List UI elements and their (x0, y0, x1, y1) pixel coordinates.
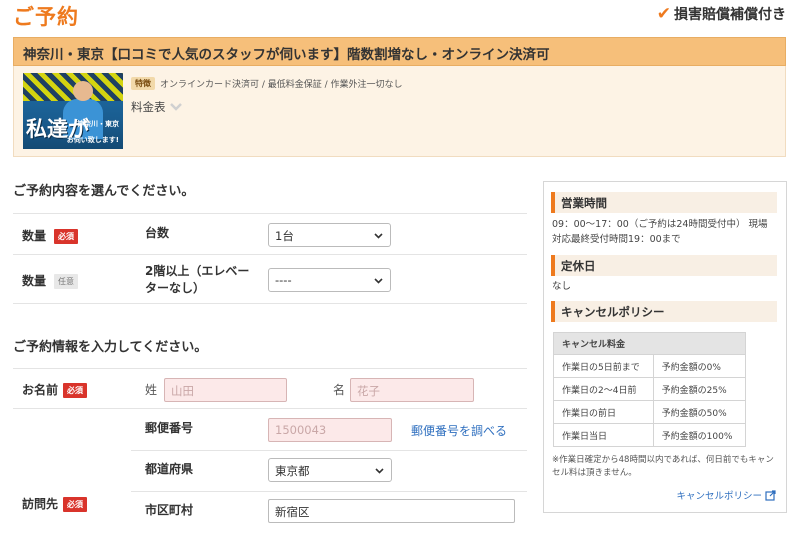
cancel-fee-table: キャンセル料金 作業日の5日前まで 予約金額の0% 作業日の2〜4日前 予約金額… (553, 332, 747, 447)
unit-count-label: 台数 (145, 226, 170, 240)
external-link-icon (765, 489, 776, 501)
prefecture-label: 都道府県 (145, 462, 194, 476)
required-badge: 必須 (63, 497, 87, 512)
guarantee-badge: ✔ 損害賠償補償付き (657, 4, 786, 24)
table-row: 作業日の前日 予約金額の50% (553, 400, 747, 424)
shop-name: 神奈川・東京【口コミで人気のスタッフが伺います】階数割増なし・オンライン決済可 (13, 37, 786, 66)
guarantee-label: 損害賠償補償付き (674, 7, 786, 23)
table-row: 作業日の5日前まで 予約金額の0% (553, 354, 747, 378)
postal-code-input[interactable]: 1500043 (268, 418, 392, 442)
table-row: 数量 任意 2階以上（エレベーターなし） ---- (13, 254, 527, 304)
feature-row: 特徴 オンラインカード決済可 / 最低料金保証 / 作業外注一切なし (131, 77, 403, 90)
first-name-label: 名 (333, 383, 346, 397)
business-info-panel: 営業時間 09：00〜17：00（ご予約は24時間受付中） 現場 対応最終受付時… (543, 181, 787, 513)
prefecture-select[interactable]: 東京都 (268, 458, 392, 482)
cancel-note: ※作業日確定から48時間以内であれば、何日前でもキャンセル料は頂きません。 (552, 455, 774, 478)
cancel-fee-header: キャンセル料金 (553, 332, 746, 355)
price-table-toggle[interactable]: 料金表 (131, 99, 183, 115)
last-name-input[interactable]: 山田 (164, 378, 287, 402)
cancel-policy-link[interactable]: キャンセルポリシー (676, 488, 776, 502)
name-label: お名前 (22, 383, 59, 397)
page-title: ご予約 (13, 5, 79, 29)
shop-info: 私達が 神奈川・東京 お伺い致します! 特徴 オンラインカード決済可 / 最低料… (13, 66, 786, 157)
table-row: 作業日当日 予約金額の100% (553, 423, 747, 447)
upper-floor-label: 2階以上（エレベーターなし） (145, 264, 250, 295)
closed-days-text: なし (552, 281, 572, 292)
chevron-down-icon (169, 103, 182, 111)
check-icon: ✔ (656, 4, 671, 24)
city-input[interactable]: 新宿区 (268, 499, 515, 523)
chevron-down-icon (374, 278, 383, 284)
postal-lookup-link[interactable]: 郵便番号を調べる (411, 422, 507, 439)
visit-label: 訪問先 (22, 497, 59, 511)
cancel-policy-heading: キャンセルポリシー (551, 301, 777, 322)
feature-list: オンラインカード決済可 / 最低料金保証 / 作業外注一切なし (160, 80, 403, 90)
business-hours-heading: 営業時間 (551, 192, 777, 213)
table-row: 作業日の2〜4日前 予約金額の25% (553, 377, 747, 401)
first-name-input[interactable]: 花子 (350, 378, 474, 402)
info-section-title: ご予約情報を入力してください。 (13, 340, 208, 355)
required-badge: 必須 (54, 229, 78, 244)
quantity-label: 数量 (22, 229, 47, 243)
last-name-label: 姓 (145, 383, 158, 397)
unit-count-select[interactable]: 1台 (268, 223, 391, 247)
quantity-label: 数量 (22, 274, 47, 288)
upper-floor-select[interactable]: ---- (268, 268, 391, 292)
chevron-down-icon (374, 233, 383, 239)
city-label: 市区町村 (145, 503, 194, 517)
closed-days-heading: 定休日 (551, 255, 777, 276)
optional-badge: 任意 (54, 274, 78, 289)
shop-image: 私達が 神奈川・東京 お伺い致します! (23, 73, 123, 149)
reservation-section-title: ご予約内容を選んでください。 (13, 184, 195, 199)
table-row: お名前 必須 姓 山田 名 花子 (13, 368, 527, 408)
postal-code-label: 郵便番号 (145, 421, 194, 435)
required-badge: 必須 (63, 383, 87, 398)
chevron-down-icon (375, 468, 384, 474)
business-hours-text: 09：00〜17：00（ご予約は24時間受付中） 現場 対応最終受付時間19：0… (552, 219, 768, 245)
price-table-label: 料金表 (131, 100, 166, 114)
table-row: 数量 必須 台数 1台 (13, 213, 527, 254)
feature-tag: 特徴 (131, 77, 155, 90)
table-row: 訪問先 必須 郵便番号 1500043 郵便番号を調べる 都道府県 東京都 市区… (13, 408, 527, 534)
